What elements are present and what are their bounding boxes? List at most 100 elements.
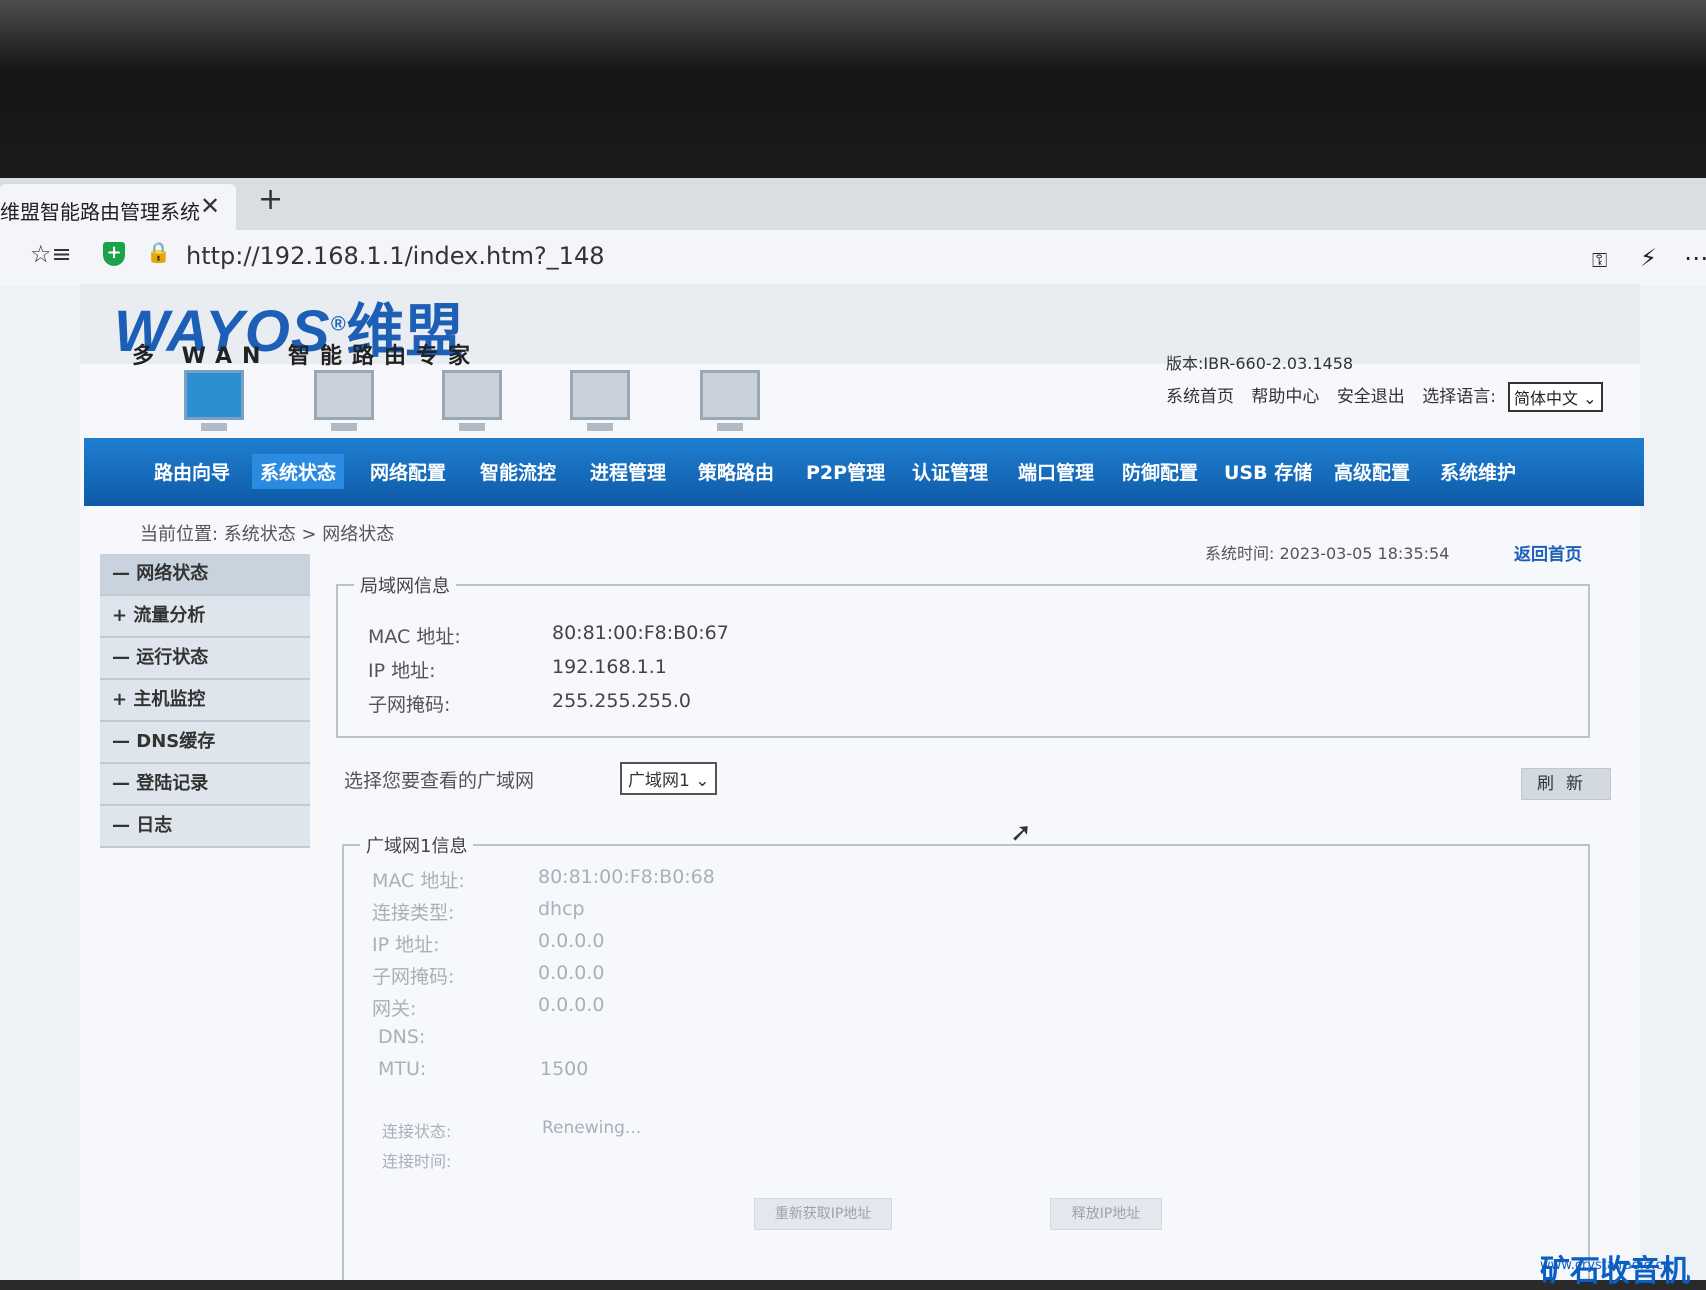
monitor-icon[interactable]: [184, 370, 244, 431]
wan-gateway-label: 网关:: [372, 998, 417, 1020]
sidebar-item-label: 登陆记录: [136, 773, 209, 794]
more-icon[interactable]: ⋯: [1684, 244, 1706, 272]
nav-flow-control[interactable]: 智能流控: [480, 458, 556, 485]
sidebar-item-log[interactable]: — 日志: [100, 806, 310, 848]
monitor-icon[interactable]: [570, 370, 630, 431]
wan-legend: 广域网1信息: [360, 832, 474, 858]
breadcrumb: 当前位置: 系统状态 > 网络状态: [140, 524, 395, 545]
main-nav: 路由向导 系统状态 网络配置 智能流控 进程管理 策略路由 P2P管理 认证管理…: [84, 438, 1644, 506]
nav-wizard[interactable]: 路由向导: [154, 458, 230, 485]
wan-mac-value: 80:81:00:F8:B0:68: [538, 866, 715, 888]
wan-info-panel: 广域网1信息 MAC 地址: 80:81:00:F8:B0:68 连接类型: d…: [342, 832, 1590, 1280]
sidebar-item-label: 主机监控: [133, 689, 206, 710]
logo-reg: ®: [330, 313, 347, 336]
wan-gateway-value: 0.0.0.0: [538, 994, 605, 1016]
url-input[interactable]: http://192.168.1.1/index.htm?_148: [186, 242, 605, 270]
insecure-lock-icon[interactable]: 🔒: [146, 240, 171, 264]
language-value: 简体中文: [1514, 389, 1579, 408]
release-ip-button[interactable]: 释放IP地址: [1050, 1198, 1162, 1230]
wan-conn-status-label: 连接状态:: [382, 1122, 452, 1141]
sidebar-item-label: DNS缓存: [136, 731, 216, 752]
collapse-icon: —: [112, 647, 130, 668]
nav-network-config[interactable]: 网络配置: [370, 458, 446, 485]
nav-maintenance[interactable]: 系统维护: [1440, 458, 1516, 485]
sidebar-item-label: 日志: [136, 815, 173, 836]
expand-icon: +: [112, 605, 128, 626]
wan-mac-label: MAC 地址:: [372, 870, 465, 892]
monitor-icon[interactable]: [314, 370, 374, 431]
tab-title: 维盟智能路由管理系统: [0, 200, 200, 224]
wan-type-label: 连接类型:: [372, 902, 455, 924]
link-logout[interactable]: 安全退出: [1337, 387, 1405, 407]
lan-mask-label: 子网掩码:: [368, 694, 451, 716]
renew-ip-button[interactable]: 重新获取IP地址: [754, 1198, 892, 1230]
language-select[interactable]: 简体中文 ⌄: [1508, 382, 1603, 412]
sidebar-item-run-status[interactable]: — 运行状态: [100, 638, 310, 680]
new-tab-icon[interactable]: +: [258, 182, 283, 217]
nav-usb[interactable]: USB 存储: [1224, 458, 1312, 485]
nav-p2p[interactable]: P2P管理: [806, 458, 885, 485]
bolt-icon[interactable]: ⚡: [1640, 244, 1657, 272]
collapse-icon: —: [112, 773, 130, 794]
sidebar-item-label: 网络状态: [136, 563, 209, 584]
wan-conn-status-value: Renewing...: [542, 1118, 642, 1138]
wan-ip-value: 0.0.0.0: [538, 930, 605, 952]
top-links: 系统首页 帮助中心 安全退出 选择语言:: [1166, 382, 1508, 407]
mouse-cursor-icon: ➚: [1010, 818, 1032, 848]
wan-select-label: 选择您要查看的广域网: [344, 770, 535, 792]
wan-select-value: 广域网1: [628, 771, 690, 791]
nav-policy-route[interactable]: 策略路由: [698, 458, 774, 485]
refresh-button[interactable]: 刷新: [1521, 768, 1611, 800]
wan-conn-time-label: 连接时间:: [382, 1152, 452, 1171]
sidebar-item-dns-cache[interactable]: — DNS缓存: [100, 722, 310, 764]
router-admin-page: WAYOS®维盟 多 WAN 智能路由专家 版本:IBR-660-2.03.14…: [80, 284, 1644, 1280]
browser-tab[interactable]: 维盟智能路由管理系统 ✕: [0, 184, 236, 230]
address-bar: ☆≡ + 🔒 http://192.168.1.1/index.htm?_148: [0, 230, 1706, 286]
shield-icon[interactable]: +: [103, 242, 125, 266]
monitor-icon[interactable]: [442, 370, 502, 431]
nav-process[interactable]: 进程管理: [590, 458, 666, 485]
wan-type-value: dhcp: [538, 898, 585, 920]
sidebar-item-login-log[interactable]: — 登陆记录: [100, 764, 310, 806]
lan-info-panel: 局域网信息 MAC 地址: 80:81:00:F8:B0:67 IP 地址: 1…: [336, 572, 1590, 738]
page-header: WAYOS®维盟 多 WAN 智能路由专家 版本:IBR-660-2.03.14…: [80, 284, 1640, 373]
favorites-icon[interactable]: ☆≡: [30, 240, 72, 268]
lan-mac-label: MAC 地址:: [368, 626, 461, 648]
lan-mask-value: 255.255.255.0: [552, 690, 692, 712]
sidebar-item-traffic[interactable]: + 流量分析: [100, 596, 310, 638]
lan-ip-value: 192.168.1.1: [552, 656, 667, 678]
wan-select[interactable]: 广域网1 ⌄: [620, 762, 718, 795]
nav-advanced[interactable]: 高级配置: [1334, 458, 1410, 485]
system-time: 系统时间: 2023-03-05 18:35:54: [1205, 544, 1450, 563]
nav-system-status[interactable]: 系统状态: [252, 454, 345, 489]
wan-mask-label: 子网掩码:: [372, 966, 455, 988]
sidebar-item-label: 流量分析: [133, 605, 206, 626]
tab-strip: 维盟智能路由管理系统 ✕ +: [0, 178, 1706, 230]
sidebar: — 网络状态 + 流量分析 — 运行状态 + 主机监控 — DNS缓存 — 登陆…: [100, 554, 310, 848]
expand-icon: +: [112, 689, 128, 710]
nav-defense[interactable]: 防御配置: [1122, 458, 1198, 485]
browser-window: 维盟智能路由管理系统 ✕ + ☆≡ + 🔒 http://192.168.1.1…: [0, 178, 1706, 1280]
lan-mac-value: 80:81:00:F8:B0:67: [552, 622, 729, 644]
lan-ip-label: IP 地址:: [368, 660, 436, 682]
link-home[interactable]: 系统首页: [1166, 387, 1234, 407]
wan-ip-label: IP 地址:: [372, 934, 440, 956]
link-help[interactable]: 帮助中心: [1251, 387, 1319, 407]
wan-mask-value: 0.0.0.0: [538, 962, 605, 984]
sidebar-item-network-status[interactable]: — 网络状态: [100, 554, 310, 596]
sidebar-item-label: 运行状态: [136, 647, 209, 668]
wan-dns-label: DNS:: [378, 1026, 426, 1048]
nav-auth[interactable]: 认证管理: [912, 458, 988, 485]
monitor-icon[interactable]: [700, 370, 760, 431]
nav-port[interactable]: 端口管理: [1018, 458, 1094, 485]
close-tab-icon[interactable]: ✕: [200, 192, 220, 220]
wan-mtu-label: MTU:: [378, 1058, 427, 1080]
sidebar-item-host-monitor[interactable]: + 主机监控: [100, 680, 310, 722]
return-home-link[interactable]: 返回首页: [1514, 540, 1582, 565]
watermark-url: www.crystalradio.cn: [1540, 1258, 1671, 1273]
language-label: 选择语言:: [1422, 387, 1496, 407]
key-icon[interactable]: ⚿: [1592, 248, 1607, 272]
collapse-icon: —: [112, 731, 130, 752]
collapse-icon: —: [112, 815, 130, 836]
monitor-bezel: [0, 0, 1706, 180]
